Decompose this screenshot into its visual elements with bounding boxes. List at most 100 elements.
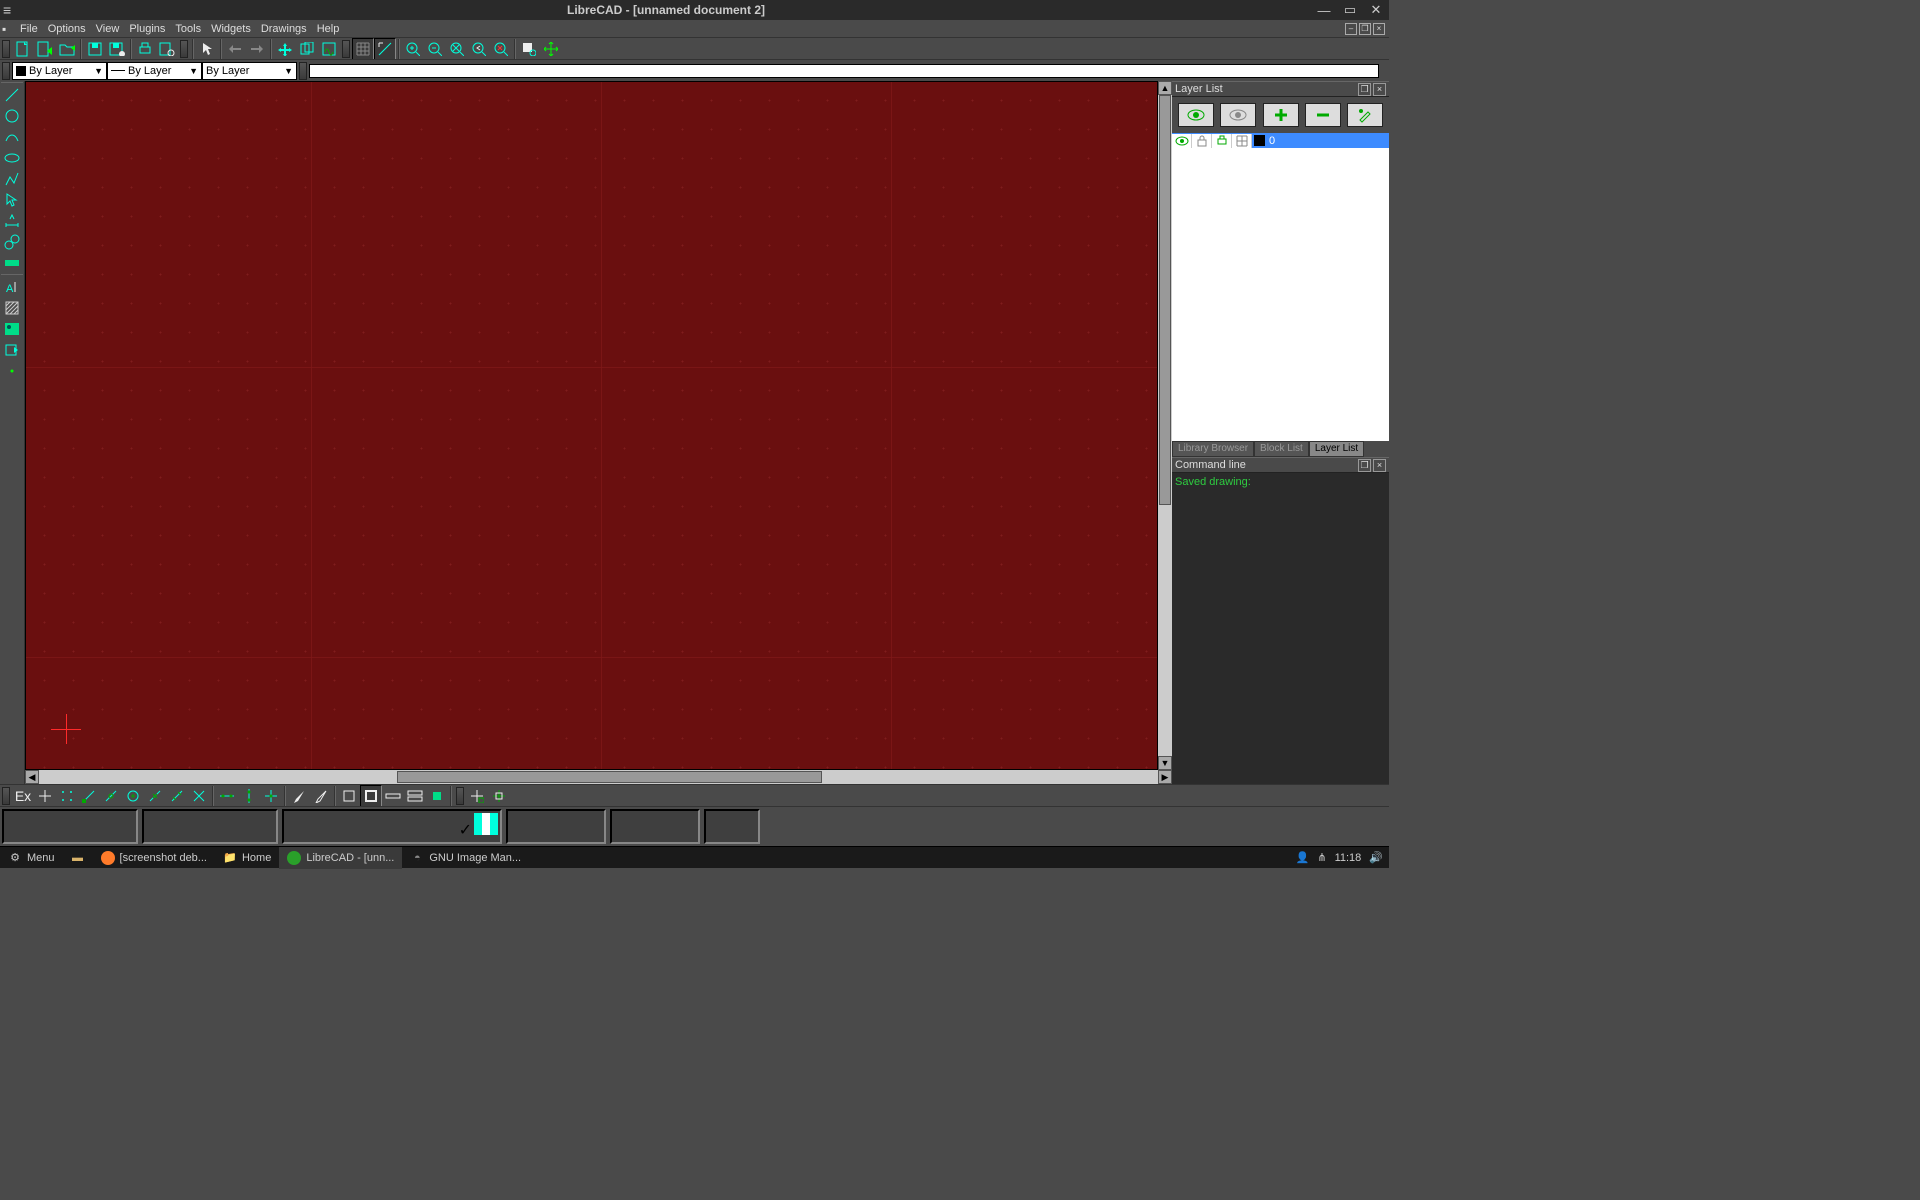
drawing-canvas[interactable]: [25, 81, 1158, 770]
print-preview-button[interactable]: [156, 38, 178, 60]
snap-distance-button[interactable]: [166, 785, 188, 807]
set-relative-zero-button[interactable]: [488, 785, 510, 807]
toolbar-handle[interactable]: [342, 40, 350, 58]
scroll-down-button[interactable]: ▼: [1158, 756, 1172, 770]
grid-toggle-button[interactable]: [352, 38, 374, 60]
ellipse-tool[interactable]: [0, 147, 24, 168]
zoom-pan-button[interactable]: [274, 38, 296, 60]
panel-float-button[interactable]: ❐: [1358, 459, 1371, 472]
relative-zero-move-button[interactable]: [310, 785, 332, 807]
block-tool[interactable]: [0, 339, 24, 360]
scroll-right-button[interactable]: ▶: [1158, 770, 1172, 784]
appmenu-icon[interactable]: ≡: [3, 4, 15, 16]
layer-add-button[interactable]: [1263, 103, 1299, 127]
panel-float-button[interactable]: ❐: [1358, 83, 1371, 96]
line-tool[interactable]: [0, 84, 24, 105]
layer-name[interactable]: 0: [1267, 135, 1275, 147]
info-tool[interactable]: [0, 252, 24, 273]
layer-visibility-icon[interactable]: [1172, 134, 1192, 148]
menu-help[interactable]: Help: [312, 23, 345, 35]
restrict-orthogonal-button[interactable]: [260, 785, 282, 807]
mdi-minimize-button[interactable]: –: [1345, 23, 1357, 35]
lock-relative-zero-button[interactable]: [466, 785, 488, 807]
toolbar-handle[interactable]: [456, 787, 464, 805]
zoom-auto-button[interactable]: [446, 38, 468, 60]
tab-block-list[interactable]: Block List: [1254, 441, 1309, 457]
select-button[interactable]: [196, 38, 218, 60]
restrict-h-toggle[interactable]: [382, 785, 404, 807]
menu-options[interactable]: Options: [43, 23, 91, 35]
open-button[interactable]: [56, 38, 78, 60]
mtext-tool[interactable]: A: [0, 276, 24, 297]
tab-library-browser[interactable]: Library Browser: [1172, 441, 1254, 457]
tab-layer-list[interactable]: Layer List: [1309, 441, 1364, 457]
color-combo[interactable]: By Layer▼: [12, 62, 107, 80]
circle-tool[interactable]: [0, 105, 24, 126]
layer-lock-icon[interactable]: [1192, 134, 1212, 148]
mdi-restore-button[interactable]: ❐: [1359, 23, 1371, 35]
command-output[interactable]: Saved drawing:: [1172, 473, 1389, 784]
tray-clock[interactable]: 11:18: [1335, 852, 1362, 864]
insert-image-tool[interactable]: [0, 318, 24, 339]
toolbar-handle[interactable]: [2, 62, 10, 80]
layer-edit-button[interactable]: [1347, 103, 1383, 127]
undo-button[interactable]: [224, 38, 246, 60]
draft-toggle-button[interactable]: [374, 38, 396, 60]
menu-drawings[interactable]: Drawings: [256, 23, 312, 35]
zoom-in-button[interactable]: [402, 38, 424, 60]
restrict-45-toggle[interactable]: [426, 785, 448, 807]
menu-widgets[interactable]: Widgets: [206, 23, 256, 35]
linestyle-combo[interactable]: By Layer▼: [202, 62, 297, 80]
scroll-up-button[interactable]: ▲: [1158, 81, 1172, 95]
restrict-horizontal-button[interactable]: [216, 785, 238, 807]
new-button[interactable]: [12, 38, 34, 60]
scroll-left-button[interactable]: ◀: [25, 770, 39, 784]
save-as-button[interactable]: [106, 38, 128, 60]
hatch-tool[interactable]: [0, 297, 24, 318]
toolbar-handle[interactable]: [180, 40, 188, 58]
zoom-pan2-button[interactable]: [540, 38, 562, 60]
snap-middle-button[interactable]: [144, 785, 166, 807]
layer-print-icon[interactable]: [1212, 134, 1232, 148]
redo-button[interactable]: [246, 38, 268, 60]
snap-center-button[interactable]: [122, 785, 144, 807]
select-tool[interactable]: [0, 189, 24, 210]
zoom-previous2-button[interactable]: [468, 38, 490, 60]
menu-plugins[interactable]: Plugins: [124, 23, 170, 35]
taskbar-gimp[interactable]: ◓ GNU Image Man...: [402, 847, 529, 869]
tray-volume-icon[interactable]: 🔊: [1369, 851, 1383, 864]
snap-free-button[interactable]: [34, 785, 56, 807]
toolbar-handle[interactable]: [2, 40, 10, 58]
horizontal-scrollbar[interactable]: ◀ ▶: [25, 770, 1172, 784]
modify-tool[interactable]: [0, 231, 24, 252]
layer-row[interactable]: 0: [1172, 133, 1389, 148]
restrict-ortho-toggle[interactable]: [360, 785, 382, 807]
maximize-button[interactable]: ▭: [1343, 3, 1357, 17]
layer-construction-icon[interactable]: [1232, 134, 1252, 148]
tray-user-icon[interactable]: 👤: [1296, 851, 1310, 864]
minimize-button[interactable]: —: [1317, 3, 1331, 17]
snap-grid-button[interactable]: [56, 785, 78, 807]
curve-tool[interactable]: [0, 126, 24, 147]
close-button[interactable]: ✕: [1369, 3, 1383, 17]
snap-endpoint-button[interactable]: [78, 785, 100, 807]
zoom-abort-button[interactable]: [490, 38, 512, 60]
relative-zero-lock-button[interactable]: [288, 785, 310, 807]
panel-close-button[interactable]: ×: [1373, 83, 1386, 96]
zoom-out-button[interactable]: [424, 38, 446, 60]
zoom-previous-button[interactable]: [296, 38, 318, 60]
restrict-v-toggle[interactable]: [404, 785, 426, 807]
tray-network-icon[interactable]: ⋔: [1317, 851, 1326, 864]
snap-entity-button[interactable]: [100, 785, 122, 807]
point-tool[interactable]: [0, 360, 24, 381]
panel-close-button[interactable]: ×: [1373, 459, 1386, 472]
layer-color-swatch[interactable]: [1254, 135, 1265, 146]
restrict-vertical-button[interactable]: [238, 785, 260, 807]
menu-tools[interactable]: Tools: [170, 23, 206, 35]
layer-remove-button[interactable]: [1305, 103, 1341, 127]
menu-file[interactable]: File: [15, 23, 43, 35]
zoom-redraw-button[interactable]: [318, 38, 340, 60]
toolbar-handle[interactable]: [299, 62, 307, 80]
tool-options-input[interactable]: [309, 64, 1379, 78]
save-button[interactable]: [84, 38, 106, 60]
